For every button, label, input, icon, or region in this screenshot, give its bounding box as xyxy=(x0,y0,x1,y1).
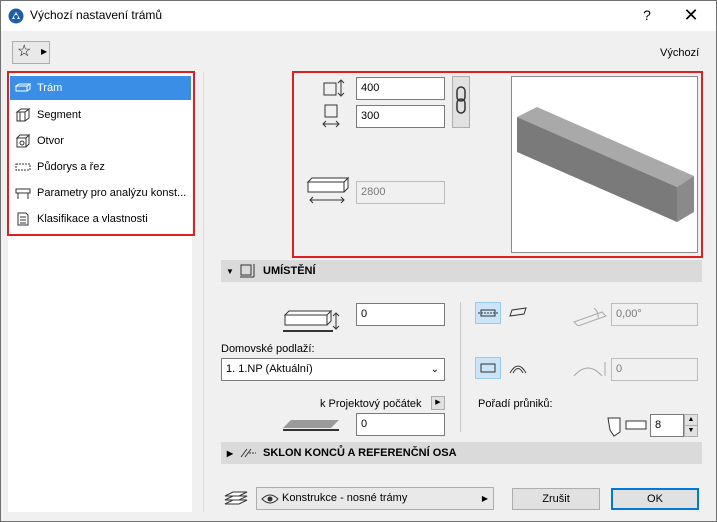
favorites-button[interactable]: ☆ ▶ xyxy=(12,41,50,64)
star-icon: ☆ xyxy=(17,43,32,60)
ok-button[interactable]: OK xyxy=(611,488,699,510)
home-story-label: Domovské podlaží: xyxy=(221,343,315,355)
placement-section-title: UMÍSTĚNÍ xyxy=(263,265,316,277)
curved-beam-toggle[interactable] xyxy=(506,357,532,379)
slant-angle-icon xyxy=(573,307,607,326)
help-button[interactable]: ? xyxy=(632,4,662,26)
close-button[interactable]: ✕ xyxy=(676,4,706,26)
horizontal-beam-toggle[interactable] xyxy=(475,302,501,324)
layer-value: Konstrukce - nosné trámy xyxy=(282,492,408,504)
chevron-down-icon: ▼ xyxy=(687,427,695,434)
reference-level-icon xyxy=(283,420,339,431)
slanted-beam-icon xyxy=(509,307,527,317)
default-label: Výchozí xyxy=(660,47,700,59)
slant-angle-input: 0,00° xyxy=(611,303,698,326)
home-story-value: 1. 1.NP (Aktuální) xyxy=(226,363,313,375)
reference-offset-input[interactable]: 0 xyxy=(356,413,445,436)
chevron-down-icon: ⌄ xyxy=(430,364,439,375)
cancel-button[interactable]: Zrušit xyxy=(512,488,600,510)
placement-section-header[interactable]: ▼ UMÍSTĚNÍ xyxy=(221,260,702,282)
reference-label: k Projektový počátek xyxy=(320,398,422,410)
app-logo-icon xyxy=(8,8,24,24)
layer-stack-icon xyxy=(224,491,248,505)
geometry-highlight-box xyxy=(292,71,703,258)
stepper-down-button[interactable]: ▼ xyxy=(684,425,698,437)
slanted-beam-toggle[interactable] xyxy=(506,302,532,324)
window-title: Výchozí nastavení trámů xyxy=(30,8,163,22)
eye-icon xyxy=(261,494,279,504)
panel-divider xyxy=(203,72,204,512)
slope-axis-icon xyxy=(239,445,257,461)
chevron-down-icon: ▼ xyxy=(226,266,234,276)
chevron-right-icon: ▶ xyxy=(435,399,441,406)
intersection-priority-label: Pořadí průniků: xyxy=(478,398,553,410)
offset-input[interactable]: 0 xyxy=(356,303,445,326)
chevron-up-icon: ▲ xyxy=(687,416,695,423)
curved-beam-icon xyxy=(509,365,527,374)
intersection-priority-input[interactable]: 8 xyxy=(650,414,684,437)
slope-axis-section-title: SKLON KONCŮ A REFERENČNÍ OSA xyxy=(263,447,457,459)
curve-height-input: 0 xyxy=(611,358,698,381)
curve-height-icon xyxy=(573,362,606,377)
home-story-dropdown[interactable]: 1. 1.NP (Aktuální) ⌄ xyxy=(221,358,445,381)
layer-dropdown[interactable]: Konstrukce - nosné trámy ▶ xyxy=(256,487,494,510)
chevron-right-icon: ▶ xyxy=(481,494,488,503)
slope-axis-section-header[interactable]: ▶ SKLON KONCŮ A REFERENČNÍ OSA xyxy=(221,442,702,464)
intersection-priority-icon xyxy=(607,417,647,437)
chevron-right-icon: ▶ xyxy=(41,47,48,56)
nav-highlight-box xyxy=(7,71,195,236)
chevron-right-icon: ▶ xyxy=(226,448,234,458)
placement-icon xyxy=(239,263,257,279)
offset-icon xyxy=(283,309,340,332)
horizontal-beam-icon xyxy=(478,309,498,317)
reference-menu-button[interactable]: ▶ xyxy=(431,396,445,410)
straight-beam-toggle[interactable] xyxy=(475,357,501,379)
straight-beam-icon xyxy=(480,363,496,373)
placement-separator xyxy=(460,302,461,432)
